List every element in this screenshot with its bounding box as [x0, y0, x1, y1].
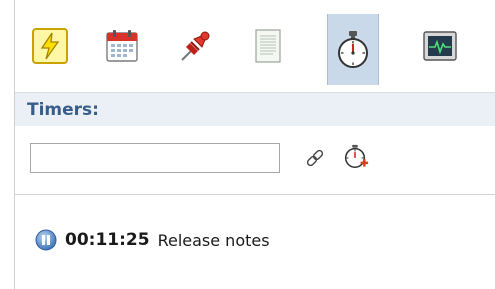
add-timer-button[interactable] [341, 143, 369, 171]
timer-form [15, 126, 495, 195]
add-timer-icon [344, 144, 369, 169]
timer-list: 00:11:25 Release notes [15, 196, 495, 289]
link-button[interactable] [301, 145, 329, 173]
pause-icon[interactable] [35, 229, 57, 251]
link-icon [306, 149, 324, 167]
timers-panel: Timers: 00:11:25 Release notes [0, 0, 495, 289]
timer-name-input[interactable] [30, 143, 280, 173]
stopwatch-icon [338, 30, 368, 68]
tab-notes[interactable] [243, 16, 293, 76]
tab-actions[interactable] [25, 16, 75, 76]
section-header: Timers: [15, 92, 495, 128]
lightning-icon [32, 28, 68, 64]
tab-pins[interactable] [170, 16, 220, 76]
tab-monitor[interactable] [415, 16, 465, 76]
section-title: Timers: [27, 100, 99, 120]
calendar-icon [106, 30, 138, 62]
timer-name: Release notes [157, 230, 270, 250]
pushpin-icon [181, 31, 210, 61]
tab-calendar[interactable] [97, 16, 147, 76]
timer-row: 00:11:25 Release notes [35, 228, 270, 252]
tab-timers[interactable] [327, 14, 379, 85]
monitor-icon [423, 31, 457, 61]
tool-tabs [15, 10, 495, 90]
timer-elapsed: 00:11:25 [65, 230, 150, 250]
notes-icon [255, 29, 281, 63]
